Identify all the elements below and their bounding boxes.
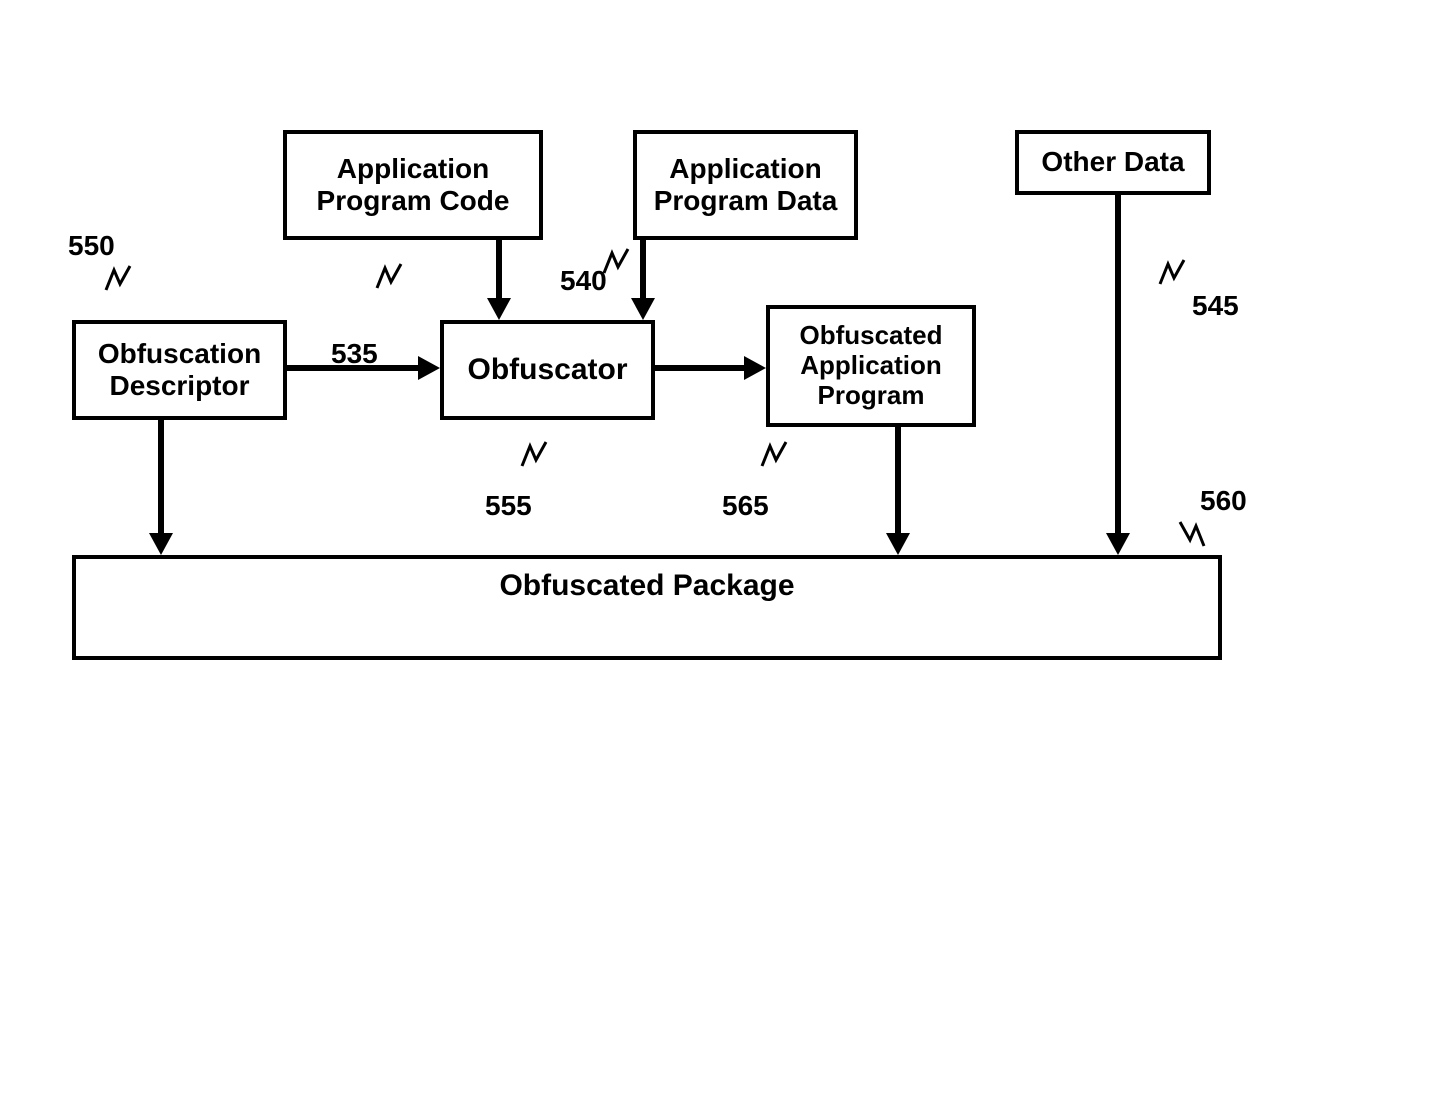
arrow-other-pkg-seg [1115, 195, 1121, 533]
squiggle-550 [104, 264, 132, 292]
squiggle-565 [760, 440, 788, 468]
arrow-desc-pkg-seg [158, 420, 164, 533]
box-app-code-text: ApplicationProgram Code [317, 153, 510, 217]
box-package: Obfuscated Package [72, 555, 1222, 660]
box-app-data-text: ApplicationProgram Data [654, 153, 838, 217]
box-other-data: Other Data [1015, 130, 1211, 195]
arrow-desc-pkg-head [149, 533, 173, 555]
arrow-appcode-obf-seg [496, 240, 502, 298]
label-560: 560 [1200, 485, 1247, 517]
arrow-app-pkg-seg [895, 427, 901, 533]
arrow-obf-app-seg [655, 365, 744, 371]
arrow-appdata-obf-seg [640, 240, 646, 298]
box-app-data: ApplicationProgram Data [633, 130, 858, 240]
box-obfuscator-text: Obfuscator [467, 353, 627, 388]
box-obf-app-text: ObfuscatedApplicationProgram [799, 321, 942, 411]
box-obf-desc-text: ObfuscationDescriptor [98, 338, 261, 402]
arrow-desc-obf-head [418, 356, 440, 380]
arrow-appdata-obf-head [631, 298, 655, 320]
arrow-appcode-obf-head [487, 298, 511, 320]
arrow-app-pkg-head [886, 533, 910, 555]
box-app-code: ApplicationProgram Code [283, 130, 543, 240]
box-obfuscator: Obfuscator [440, 320, 655, 420]
label-555: 555 [485, 490, 532, 522]
box-other-data-text: Other Data [1041, 146, 1184, 178]
diagram-canvas: ApplicationProgram Code ApplicationProgr… [0, 0, 1446, 1101]
label-535: 535 [331, 338, 378, 370]
box-obf-desc: ObfuscationDescriptor [72, 320, 287, 420]
label-550: 550 [68, 230, 115, 262]
label-565: 565 [722, 490, 769, 522]
squiggle-535 [375, 262, 403, 290]
squiggle-560 [1178, 520, 1206, 548]
arrow-obf-app-head [744, 356, 766, 380]
squiggle-545 [1158, 258, 1186, 286]
squiggle-555 [520, 440, 548, 468]
label-545: 545 [1192, 290, 1239, 322]
arrow-other-pkg-head [1106, 533, 1130, 555]
box-package-text: Obfuscated Package [499, 569, 794, 604]
box-obf-app: ObfuscatedApplicationProgram [766, 305, 976, 427]
label-540: 540 [560, 265, 607, 297]
